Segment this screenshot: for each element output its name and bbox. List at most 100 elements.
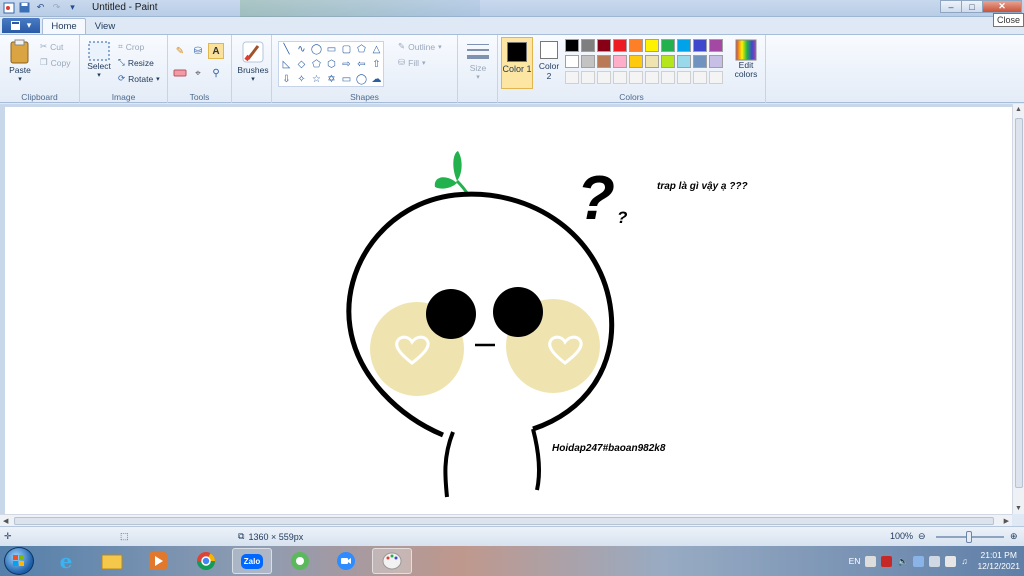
- colors-group-label: Colors: [619, 92, 644, 102]
- big-question-mark: ?: [577, 164, 615, 233]
- horizontal-scroll-thumb[interactable]: [14, 517, 994, 525]
- callout-shape-icon[interactable]: ▭: [339, 72, 354, 87]
- redo-icon[interactable]: ↷: [50, 1, 63, 14]
- taskbar: e Zalo EN 🔈 ♫ 21:01 PM 12/12/2021: [0, 546, 1024, 576]
- paste-button[interactable]: Paste ▾: [6, 39, 34, 83]
- undo-icon[interactable]: ↶: [34, 1, 47, 14]
- media-player-taskbar-button[interactable]: [138, 548, 178, 574]
- right-arrow-shape-icon[interactable]: ⇨: [339, 57, 354, 72]
- rectangle-shape-icon[interactable]: ▭: [324, 42, 339, 57]
- paint-palette-icon: [382, 552, 402, 570]
- scroll-left-arrow-icon[interactable]: ◀: [3, 517, 8, 525]
- hexagon-shape-icon[interactable]: ⬡: [324, 57, 339, 72]
- outline-button[interactable]: ✎ Outline ▾: [398, 41, 442, 52]
- tab-home[interactable]: Home: [42, 18, 86, 34]
- maximize-button[interactable]: □: [961, 0, 983, 13]
- pentagon-shape-icon[interactable]: ⬠: [309, 57, 324, 72]
- volume-icon[interactable]: 🔈: [897, 556, 908, 567]
- line-shape-icon[interactable]: ╲: [279, 42, 294, 57]
- curve-shape-icon[interactable]: ∿: [294, 42, 309, 57]
- size-button[interactable]: Size ▾: [464, 41, 492, 81]
- customize-toolbar-chevron-icon[interactable]: ▾: [66, 1, 79, 14]
- left-arrow-shape-icon[interactable]: ⇦: [354, 57, 369, 72]
- horizontal-scrollbar[interactable]: ◀ ▶: [0, 514, 1012, 526]
- down-arrow-shape-icon[interactable]: ⇩: [279, 72, 294, 87]
- zalo-taskbar-button[interactable]: Zalo: [232, 548, 272, 574]
- fill-button[interactable]: ⛁ Fill ▾: [398, 57, 426, 68]
- chrome-taskbar-button[interactable]: [186, 548, 226, 574]
- notification-icon[interactable]: [929, 555, 941, 567]
- clock-date: 12/12/2021: [977, 561, 1020, 571]
- zoom-out-icon[interactable]: ⊖: [918, 531, 926, 542]
- color-picker-icon[interactable]: ⌖: [190, 65, 206, 81]
- tab-view[interactable]: View: [88, 18, 122, 34]
- drawing: ? ? trap là gì vậy ạ ??? Hoidap247#baoan…: [346, 151, 748, 498]
- text-tool-icon[interactable]: A: [208, 43, 224, 59]
- right-triangle-shape-icon[interactable]: ◺: [279, 57, 294, 72]
- flag-icon[interactable]: [945, 555, 957, 567]
- internet-explorer-taskbar-button[interactable]: e: [46, 548, 86, 574]
- polygon-shape-icon[interactable]: ⬠: [354, 42, 369, 57]
- fill-bucket-icon[interactable]: ⛁: [190, 43, 206, 59]
- up-arrow-shape-icon[interactable]: ⇧: [369, 57, 384, 72]
- selection-rectangle-icon: [88, 41, 110, 61]
- clipboard-group-label: Clipboard: [21, 92, 58, 102]
- paint-menu-button[interactable]: ▾: [2, 18, 40, 33]
- chevron-down-icon: ▾: [438, 43, 442, 51]
- oval-shape-icon[interactable]: ◯: [309, 42, 324, 57]
- magnifier-icon[interactable]: ⚲: [208, 65, 224, 81]
- copy-button[interactable]: ❐ Copy: [40, 57, 70, 68]
- coccoc-taskbar-button[interactable]: [280, 548, 320, 574]
- scroll-up-arrow-icon[interactable]: ▲: [1015, 106, 1022, 113]
- zoom-taskbar-button[interactable]: [326, 548, 366, 574]
- paint-taskbar-button[interactable]: [372, 548, 412, 574]
- cloud-callout-shape-icon[interactable]: ☁: [369, 72, 384, 87]
- network-icon[interactable]: [913, 555, 925, 567]
- cut-button[interactable]: ✂ Cut: [40, 41, 63, 52]
- paint-app-icon[interactable]: [2, 1, 15, 14]
- caption-text: trap là gì vậy ạ ???: [657, 181, 748, 192]
- zoom-slider[interactable]: [936, 531, 1004, 543]
- zoom-in-icon[interactable]: ⊕: [1010, 531, 1018, 542]
- crop-button[interactable]: ⌗ Crop: [118, 41, 144, 52]
- speaker-icon[interactable]: ♫: [961, 556, 972, 567]
- five-point-star-shape-icon[interactable]: ☆: [309, 72, 324, 87]
- vertical-scrollbar[interactable]: ▲ ▼: [1012, 104, 1024, 514]
- rounded-rectangle-shape-icon[interactable]: ▢: [339, 42, 354, 57]
- diamond-shape-icon[interactable]: ◇: [294, 57, 309, 72]
- select-button[interactable]: Select ▾: [86, 41, 112, 79]
- window-title: Untitled - Paint: [92, 2, 158, 13]
- antivirus-tray-icon[interactable]: [881, 555, 893, 567]
- drawing-canvas[interactable]: ? ? trap là gì vậy ạ ??? Hoidap247#baoan…: [5, 107, 1012, 514]
- tray-app-icon[interactable]: [865, 555, 877, 567]
- zoom-slider-thumb[interactable]: [966, 531, 972, 543]
- scroll-down-arrow-icon[interactable]: ▼: [1015, 505, 1022, 512]
- start-button[interactable]: [4, 547, 34, 575]
- close-button[interactable]: ✕: [982, 0, 1022, 13]
- save-icon[interactable]: [18, 1, 31, 14]
- sprout-leaves: [434, 151, 469, 194]
- eraser-icon[interactable]: [172, 65, 188, 81]
- chevron-down-icon: ▾: [251, 76, 255, 83]
- pencil-icon[interactable]: ✎: [172, 43, 188, 59]
- clock[interactable]: 21:01 PM 12/12/2021: [977, 550, 1020, 572]
- minimize-button[interactable]: –: [940, 0, 962, 13]
- four-point-star-shape-icon[interactable]: ✧: [294, 72, 309, 87]
- coccoc-icon: [291, 552, 309, 570]
- triangle-shape-icon[interactable]: △: [369, 42, 384, 57]
- ribbon-tab-bar: ▾ Home View: [0, 17, 1024, 34]
- chrome-icon: [197, 552, 215, 571]
- file-explorer-taskbar-button[interactable]: [92, 548, 132, 574]
- resize-icon: ⤡: [118, 57, 125, 67]
- scroll-right-arrow-icon[interactable]: ▶: [1004, 517, 1009, 525]
- brushes-button[interactable]: Brushes ▾: [236, 39, 270, 83]
- small-question-mark: ?: [617, 208, 628, 227]
- title-bar: ↶ ↷ ▾ Untitled - Paint – □ ✕ Close: [0, 0, 1024, 27]
- rotate-button[interactable]: ⟳ Rotate ▾: [118, 73, 160, 84]
- shapes-group: ╲ ∿ ◯ ▭ ▢ ⬠ △ ◺ ◇ ⬠ ⬡ ⇨ ⇦ ⇧ ⇩ ✧ ☆ ✡ ▭ ◯ …: [272, 35, 458, 103]
- language-indicator[interactable]: EN: [849, 556, 861, 566]
- vertical-scroll-thumb[interactable]: [1015, 118, 1023, 488]
- oval-callout-shape-icon[interactable]: ◯: [354, 72, 369, 87]
- six-point-star-shape-icon[interactable]: ✡: [324, 72, 339, 87]
- resize-button[interactable]: ⤡ Resize: [118, 57, 154, 68]
